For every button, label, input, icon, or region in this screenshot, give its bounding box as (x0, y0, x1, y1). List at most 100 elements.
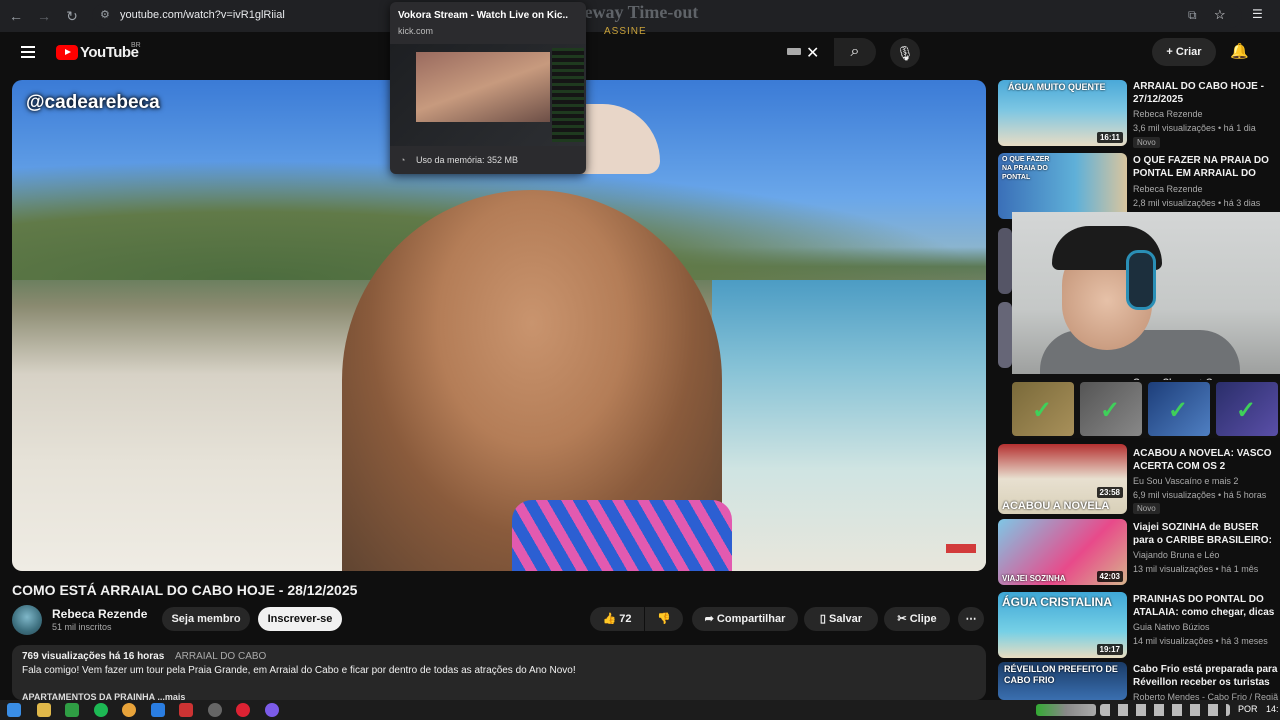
headset-icon (1126, 250, 1156, 310)
app-icon[interactable] (179, 703, 193, 717)
memory-icon: ◔ (400, 155, 406, 165)
rec-thumbnail[interactable]: ÁGUA MUITO QUENTE 16:11 (998, 80, 1127, 146)
check-icon: ✓ (1236, 397, 1257, 424)
like-count: 72 (619, 613, 632, 625)
save-label: Salvar (829, 613, 863, 625)
youtube-logo-text[interactable]: YouTube (80, 44, 139, 61)
channel-name[interactable]: Rebeca Rezende (52, 607, 147, 621)
app-icon[interactable] (208, 703, 222, 717)
more-actions-button[interactable]: ⋯ (958, 607, 984, 631)
rec-channel[interactable]: Rebeca Rezende (1133, 184, 1203, 194)
subscriber-count: 51 mil inscritos (52, 622, 112, 632)
assine-text: ASSINE (604, 26, 647, 37)
menu-icon[interactable] (21, 43, 35, 61)
opera-icon[interactable] (236, 703, 250, 717)
join-button[interactable]: Seja membro (162, 607, 250, 631)
app-icon[interactable] (265, 703, 279, 717)
rec-thumbnail[interactable] (998, 302, 1012, 368)
share-button[interactable]: ➦ Compartilhar (692, 607, 798, 631)
file-explorer-icon[interactable] (37, 703, 51, 717)
hover-card-preview-chat (552, 48, 584, 142)
create-label: Criar (1175, 46, 1202, 58)
rec-title[interactable]: Cabo Frio está preparada para Réveillon … (1133, 663, 1280, 689)
video-duration: 42:03 (1096, 571, 1123, 582)
youtube-logo-icon[interactable] (56, 45, 78, 60)
notifications-bell-icon[interactable]: 🔔 (1230, 42, 1249, 60)
rec-thumbnail[interactable]: RÉVEILLON PREFEITO DE CABO FRIO (998, 662, 1127, 700)
hover-card-preview-frame (416, 52, 550, 122)
app-icon[interactable] (65, 703, 79, 717)
video-frame-sea (712, 280, 986, 571)
tray-status-icons[interactable] (1100, 704, 1230, 716)
keyboard-language[interactable]: POR (1238, 704, 1258, 714)
voice-search-button[interactable]: 🎙 (890, 38, 920, 68)
rec-title[interactable]: ACABOU A NOVELA: VASCO ACERTA COM OS 2 P… (1133, 447, 1280, 473)
check-tile: ✓ (1012, 382, 1074, 436)
rec-thumbnail[interactable]: ÁGUA CRISTALINA 19:17 (998, 592, 1127, 658)
rec-meta: 14 mil visualizações • há 3 meses (1133, 636, 1268, 646)
search-icon: ⌕ (850, 43, 860, 60)
cast-icon[interactable]: ⧉ (1188, 8, 1197, 23)
bookmark-star-icon[interactable]: ☆ (1214, 7, 1226, 23)
thumbnail-caption: ÁGUA CRISTALINA (1002, 595, 1112, 609)
rec-meta: 3,6 mil visualizações • há 1 dia (1133, 123, 1256, 133)
url-text[interactable]: youtube.com/watch?v=ivR1glRiial (120, 9, 285, 21)
hover-card-title: Vokora Stream - Watch Live on Kic.. (398, 10, 569, 21)
more-dots-icon: ⋯ (965, 613, 977, 625)
channel-avatar[interactable] (12, 605, 42, 635)
rec-meta: 2,8 mil visualizações • há 3 dias (1133, 198, 1261, 208)
rec-title[interactable]: Viajei SOZINHA de BUSER para o CARIBE BR… (1133, 521, 1280, 547)
region-code: BR (131, 42, 141, 49)
forward-icon[interactable]: → (34, 6, 54, 26)
like-button[interactable]: 👍 72 (590, 607, 644, 631)
rec-thumbnail[interactable]: ACABOU A NOVELA 23:58 (998, 444, 1127, 514)
windows-start-icon[interactable] (7, 703, 21, 717)
views-and-date: 769 visualizações há 16 horas (22, 651, 165, 662)
keyboard-icon[interactable] (787, 48, 801, 55)
rec-thumbnail[interactable]: VIAJEI SOZINHA 42:03 (998, 519, 1127, 585)
save-button[interactable]: ▯ Salvar (804, 607, 878, 631)
clip-label: Clipe (909, 613, 937, 625)
video-duration: 19:17 (1096, 644, 1123, 655)
side-panel-icon[interactable]: ☰ (1252, 7, 1263, 21)
plus-icon: + (1166, 46, 1176, 58)
check-icon: ✓ (1100, 397, 1121, 424)
create-button[interactable]: + Criar (1152, 38, 1216, 66)
rec-thumbnail[interactable] (998, 228, 1012, 294)
search-button[interactable]: ⌕ (834, 38, 876, 66)
description-tag[interactable]: ARRAIAL DO CABO (175, 651, 266, 662)
rec-channel[interactable]: Guia Nativo Búzios (1133, 622, 1210, 632)
clip-button[interactable]: ✂ Clipe (884, 607, 950, 631)
back-icon[interactable]: ← (6, 6, 26, 26)
system-tray-icons[interactable] (1036, 704, 1096, 716)
app-icon[interactable] (151, 703, 165, 717)
check-icon: ✓ (1032, 397, 1053, 424)
webcam-shirt (1040, 330, 1240, 374)
thumbnail-caption: O QUE FAZER NA PRAIA DO PONTAL (1002, 156, 1050, 181)
video-frame-swimsuit (512, 500, 732, 571)
thumbnail-caption: ÁGUA MUITO QUENTE (1008, 82, 1106, 92)
video-corner-badge (946, 544, 976, 553)
rec-title[interactable]: O QUE FAZER NA PRAIA DO PONTAL EM ARRAIA… (1133, 154, 1280, 180)
video-duration: 16:11 (1096, 132, 1123, 143)
rec-channel[interactable]: Viajando Bruna e Léo (1133, 550, 1219, 560)
check-tile: ✓ (1148, 382, 1210, 436)
share-icon: ➦ (704, 613, 717, 625)
reload-icon[interactable]: ↻ (62, 6, 82, 26)
rec-meta: 6,9 mil visualizações • há 5 horas (1133, 490, 1267, 500)
subscribe-button[interactable]: Inscrever-se (258, 607, 342, 631)
rec-channel[interactable]: Rebeca Rezende (1133, 109, 1203, 119)
check-tile: ✓ (1216, 382, 1278, 436)
clear-search-icon[interactable]: ✕ (806, 43, 819, 63)
chrome-icon[interactable] (122, 703, 136, 717)
rec-title[interactable]: ARRAIAL DO CABO HOJE - 27/12/2025 (1133, 80, 1280, 106)
taskbar-clock[interactable]: 14: (1266, 704, 1279, 714)
rec-title[interactable]: PRAINHAS DO PONTAL DO ATALAIA: como cheg… (1133, 593, 1280, 619)
site-settings-icon[interactable]: ⚙ (100, 8, 110, 21)
rec-channel[interactable]: Eu Sou Vascaíno e mais 2 (1133, 476, 1238, 486)
rec-thumbnail[interactable]: O QUE FAZER NA PRAIA DO PONTAL (998, 153, 1127, 219)
scissors-icon: ✂ (897, 613, 910, 625)
spotify-icon[interactable] (94, 703, 108, 717)
dislike-button[interactable]: 👎 (645, 607, 683, 631)
thumbnail-caption: RÉVEILLON PREFEITO DE CABO FRIO (1004, 664, 1118, 685)
